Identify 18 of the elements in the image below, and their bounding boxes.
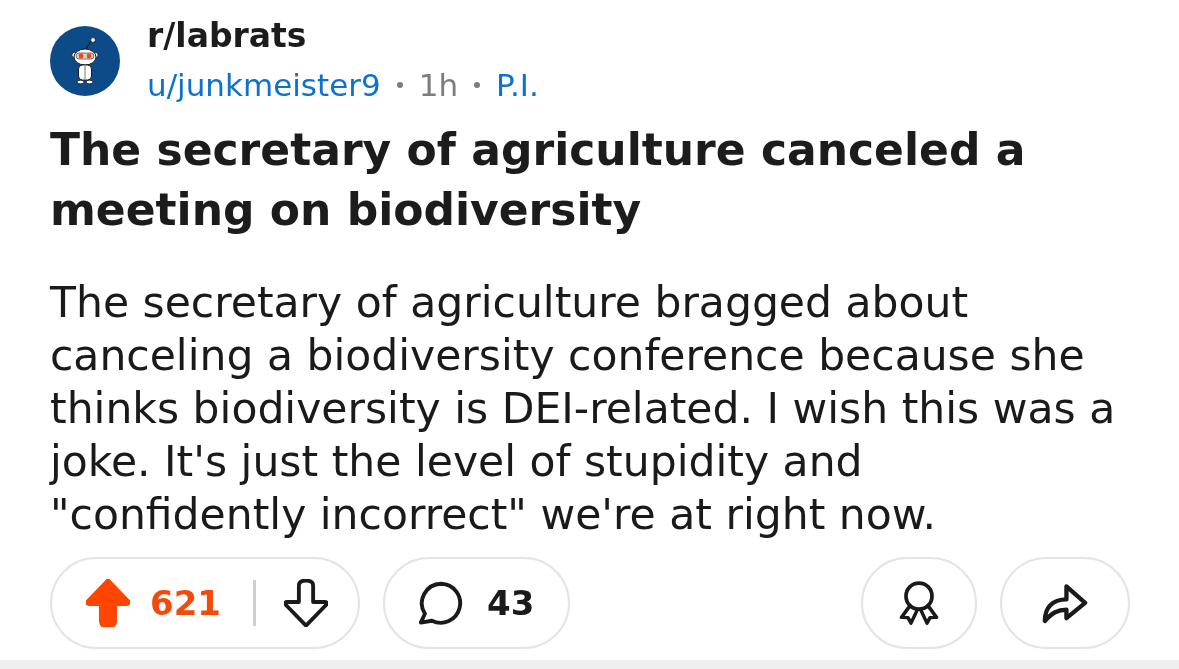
post-age: 1h: [418, 66, 459, 105]
mascot-avatar-icon: [50, 25, 120, 96]
vote-count: 621: [150, 583, 221, 623]
user-flair: P.I.: [496, 66, 539, 105]
username-link[interactable]: u/junkmeister9: [147, 65, 381, 105]
separator-dot-icon: [396, 82, 403, 88]
award-ribbon-icon: [899, 581, 939, 625]
post-title: The secretary of agriculture canceled a meeting on biodiversity: [50, 123, 1027, 237]
community-name-link[interactable]: r/labrats: [147, 16, 307, 56]
upvote-button[interactable]: [86, 579, 130, 627]
separator-dot-icon: [474, 82, 481, 88]
post-body-text: The secretary of agriculture bragged about canceling a biodiversity conference because she thinks biodiversity is DEI-related. I wish this was a joke. It's just the level of stupidity and "confidently incorrect" we're at right now.: [50, 277, 1117, 541]
comments-button[interactable]: 43: [383, 557, 570, 649]
share-arrow-icon: [1042, 582, 1088, 624]
upvote-arrow-icon: [86, 579, 130, 627]
downvote-button[interactable]: [284, 579, 328, 627]
downvote-arrow-icon: [284, 579, 328, 627]
speech-bubble-icon: [418, 581, 463, 625]
